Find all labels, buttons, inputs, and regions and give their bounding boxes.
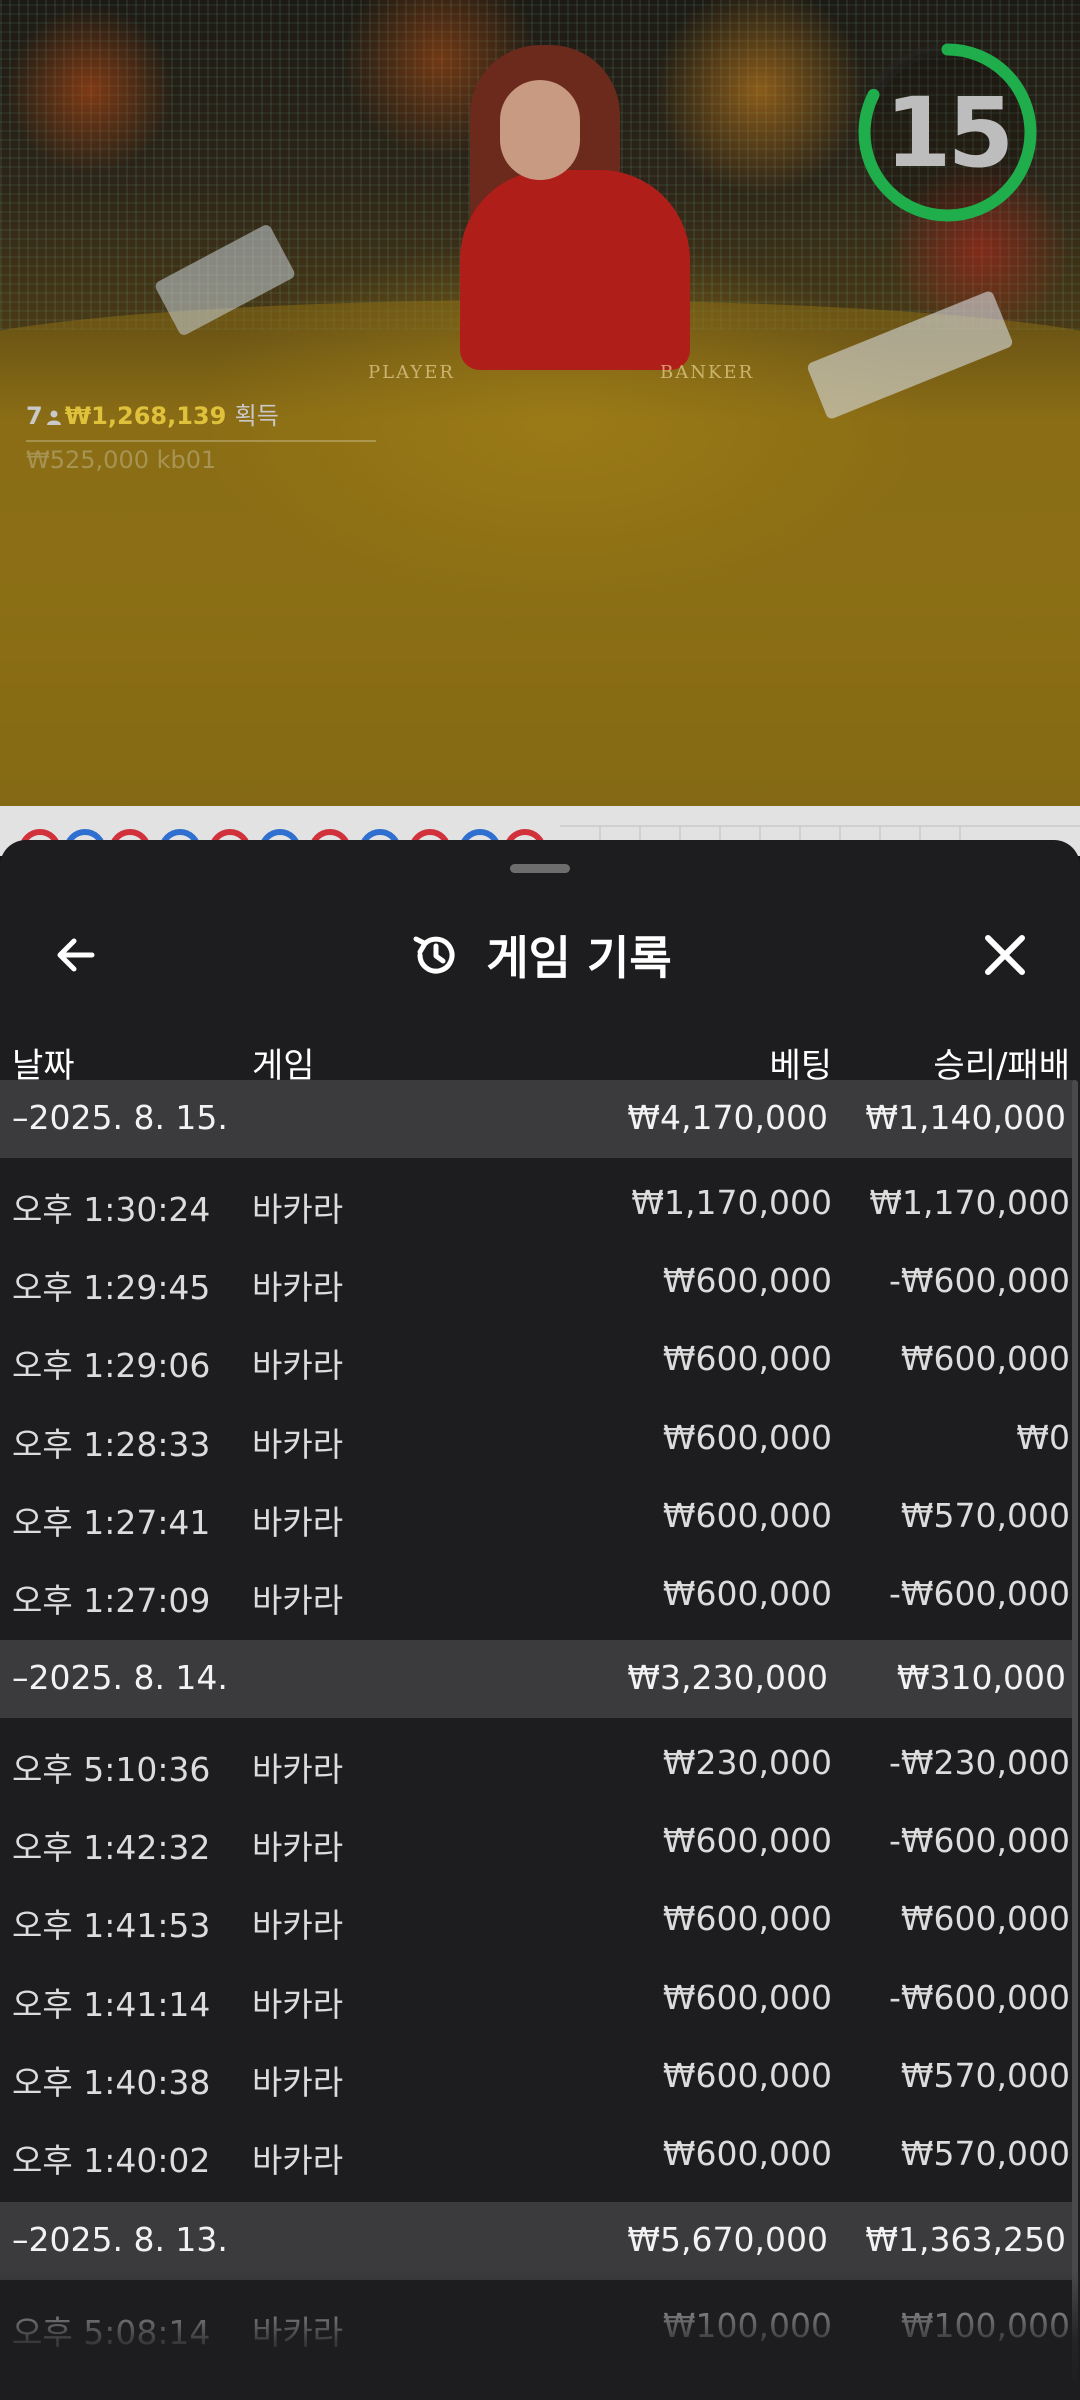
row-time: 오후 1:30:24 [12, 1190, 211, 1229]
row-time: 오후 1:28:33 [12, 1425, 211, 1464]
winner-entry: ₩525,000 kb01 [26, 446, 217, 474]
row-result: ₩0 [1016, 1418, 1070, 1457]
row-game: 바카라 [252, 1268, 344, 1307]
day-result-total: ₩310,000 [896, 1658, 1066, 1697]
table-label-banker: BANKER [660, 362, 755, 383]
row-time: 오후 1:27:41 [12, 1503, 211, 1542]
table-row[interactable]: 오후 1:40:38 바카라 ₩600,000 ₩570,000 [0, 2038, 1080, 2116]
table-row[interactable]: 오후 1:29:06 바카라 ₩600,000 ₩600,000 [0, 1321, 1080, 1399]
row-bet: ₩600,000 [662, 2134, 832, 2173]
row-time: 오후 1:41:53 [12, 1906, 211, 1945]
row-time: 오후 5:08:14 [12, 2313, 211, 2352]
row-game: 바카라 [252, 1190, 344, 1229]
row-time: 오후 1:40:02 [12, 2141, 211, 2180]
row-bet: ₩600,000 [662, 1978, 832, 2017]
row-bet: ₩600,000 [662, 1899, 832, 1938]
row-bet: ₩600,000 [662, 1339, 832, 1378]
game-history-sheet: 게임 기록 날짜 게임 베팅 승리/패배 –2025. 8. 15. ₩4,17… [0, 840, 1080, 2400]
row-game: 바카라 [252, 1750, 344, 1789]
day-group-header[interactable]: –2025. 8. 13. ₩5,670,000 ₩1,363,250 [0, 2202, 1076, 2280]
row-game: 바카라 [252, 2313, 344, 2352]
row-bet: ₩600,000 [662, 1496, 832, 1535]
table-row[interactable]: 오후 1:29:45 바카라 ₩600,000 -₩600,000 [0, 1243, 1080, 1321]
row-game: 바카라 [252, 1906, 344, 1945]
row-game: 바카라 [252, 2063, 344, 2102]
table-row[interactable]: 오후 1:30:24 바카라 ₩1,170,000 ₩1,170,000 [0, 1165, 1080, 1243]
row-bet: ₩230,000 [662, 1743, 832, 1782]
user-icon [46, 403, 62, 425]
table-row[interactable]: 오후 1:42:32 바카라 ₩600,000 -₩600,000 [0, 1803, 1080, 1881]
row-result: ₩1,170,000 [869, 1183, 1070, 1222]
close-icon [985, 935, 1025, 975]
row-result: ₩570,000 [900, 2056, 1070, 2095]
table-row[interactable]: 오후 1:41:14 바카라 ₩600,000 -₩600,000 [0, 1960, 1080, 2038]
winners-amount: ₩1,268,139 [64, 402, 227, 430]
dealer-face [500, 80, 580, 180]
history-icon [413, 936, 455, 974]
day-bet-total: ₩4,170,000 [627, 1098, 828, 1137]
row-game: 바카라 [252, 1828, 344, 1867]
table-row[interactable]: 오후 5:10:36 바카라 ₩230,000 -₩230,000 [0, 1725, 1080, 1803]
row-result: -₩230,000 [888, 1743, 1070, 1782]
table-row[interactable]: 오후 5:08:14 바카라 ₩100,000 ₩100,000 [0, 2288, 1080, 2366]
day-date: –2025. 8. 14. [12, 1658, 228, 1697]
row-result: ₩600,000 [900, 1899, 1070, 1938]
row-time: 오후 1:42:32 [12, 1828, 211, 1867]
row-game: 바카라 [252, 2141, 344, 2180]
sheet-drag-handle[interactable] [510, 864, 570, 873]
winners-divider [26, 440, 376, 442]
row-game: 바카라 [252, 1985, 344, 2024]
row-result: -₩600,000 [888, 1821, 1070, 1860]
day-date: –2025. 8. 15. [12, 1098, 228, 1137]
dealer-body [460, 170, 690, 370]
live-video-area[interactable]: PLAYER BANKER 7 ₩1,268,139 획득 ₩525,000 kb… [0, 0, 1080, 810]
winners-summary: 7 ₩1,268,139 획득 [26, 396, 279, 431]
row-game: 바카라 [252, 1503, 344, 1542]
row-time: 오후 1:41:14 [12, 1985, 211, 2024]
scrollbar[interactable] [1072, 1080, 1078, 2380]
row-result: ₩570,000 [900, 2134, 1070, 2173]
row-bet: ₩600,000 [662, 1574, 832, 1613]
row-bet: ₩100,000 [662, 2306, 832, 2345]
row-game: 바카라 [252, 1346, 344, 1385]
row-bet: ₩600,000 [662, 1418, 832, 1457]
day-group-header[interactable]: –2025. 8. 14. ₩3,230,000 ₩310,000 [0, 1640, 1076, 1718]
day-group-header[interactable]: –2025. 8. 15. ₩4,170,000 ₩1,140,000 [0, 1080, 1076, 1158]
day-date: –2025. 8. 13. [12, 2220, 228, 2259]
row-bet: ₩600,000 [662, 2056, 832, 2095]
row-result: -₩600,000 [888, 1574, 1070, 1613]
row-result: -₩600,000 [888, 1261, 1070, 1300]
row-time: 오후 1:27:09 [12, 1581, 211, 1620]
day-result-total: ₩1,363,250 [865, 2220, 1066, 2259]
table-row[interactable]: 오후 1:27:09 바카라 ₩600,000 -₩600,000 [0, 1556, 1080, 1634]
row-bet: ₩1,170,000 [631, 1183, 832, 1222]
sheet-title: 게임 기록 [486, 931, 672, 985]
row-result: -₩600,000 [888, 1978, 1070, 2017]
winners-count: 7 [26, 402, 43, 430]
row-time: 오후 5:10:36 [12, 1750, 211, 1789]
table-row[interactable]: 오후 1:40:02 바카라 ₩600,000 ₩570,000 [0, 2116, 1080, 2194]
table-row[interactable]: 오후 1:27:41 바카라 ₩600,000 ₩570,000 [0, 1478, 1080, 1556]
winners-suffix: 획득 [234, 402, 279, 430]
day-result-total: ₩1,140,000 [865, 1098, 1066, 1137]
row-time: 오후 1:40:38 [12, 2063, 211, 2102]
sheet-title-group: 게임 기록 [0, 900, 1080, 1010]
table-label-player: PLAYER [368, 362, 455, 383]
row-result: ₩600,000 [900, 1339, 1070, 1378]
table-row[interactable]: 오후 1:28:33 바카라 ₩600,000 ₩0 [0, 1400, 1080, 1478]
row-game: 바카라 [252, 1425, 344, 1464]
row-time: 오후 1:29:06 [12, 1346, 211, 1385]
row-bet: ₩600,000 [662, 1261, 832, 1300]
close-button[interactable] [965, 915, 1045, 995]
row-result: ₩100,000 [900, 2306, 1070, 2345]
countdown-value: 15 [884, 76, 1015, 189]
row-result: ₩570,000 [900, 1496, 1070, 1535]
table-row[interactable]: 오후 1:41:53 바카라 ₩600,000 ₩600,000 [0, 1881, 1080, 1959]
day-bet-total: ₩3,230,000 [627, 1658, 828, 1697]
day-bet-total: ₩5,670,000 [627, 2220, 828, 2259]
row-time: 오후 1:29:45 [12, 1268, 211, 1307]
sheet-header: 게임 기록 [0, 900, 1080, 1010]
row-bet: ₩600,000 [662, 1821, 832, 1860]
row-game: 바카라 [252, 1581, 344, 1620]
